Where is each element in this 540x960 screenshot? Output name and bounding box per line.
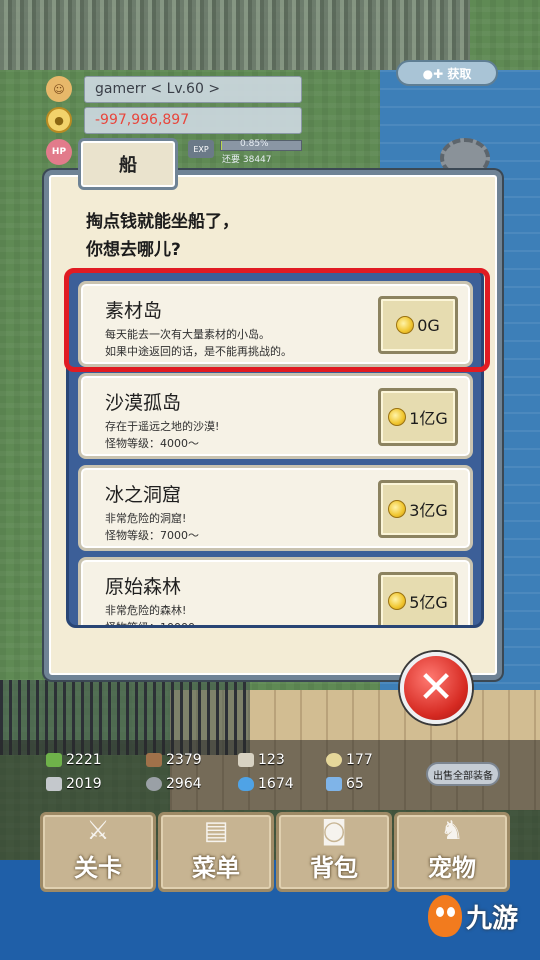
player-name-level: gamerr < Lv.60 > [84, 76, 302, 103]
destination-description: 非常危险的洞窟! [105, 512, 187, 525]
resource-count: 177 [346, 752, 373, 768]
travel-cost: 3亿G [409, 501, 448, 520]
log-icon [146, 753, 162, 767]
flame-icon [238, 777, 254, 791]
travel-cost-button[interactable]: 1亿G [378, 388, 458, 446]
nav-stage-button[interactable]: ⚔ 关卡 [40, 812, 156, 892]
stone-icon [146, 777, 162, 791]
player-avatar-icon: ☺ [46, 76, 72, 102]
resource-count: 123 [258, 752, 285, 768]
crossed-swords-icon: ⚔ [86, 816, 110, 846]
resource-gem: 65 [326, 776, 364, 792]
exp-badge: EXP [188, 140, 214, 158]
resource-count: 1674 [258, 776, 294, 792]
exp-percent: 0.85% [240, 139, 269, 149]
destination-description: 如果中途返回的话，是不能再挑战的。 [105, 345, 292, 358]
destination-description: 非常危险的森林! [105, 604, 187, 617]
exp-bar-fill [221, 141, 222, 150]
resource-herb: 2221 [46, 752, 102, 768]
destination-name: 原始森林 [105, 576, 182, 598]
resource-count: 2964 [166, 776, 202, 792]
destination-item-primeval-forest[interactable]: 原始森林 非常危险的森林! 怪物等级：10000～ 5亿G [78, 557, 473, 628]
coin-icon [388, 592, 407, 610]
travel-cost: 0G [417, 315, 440, 335]
destination-monster-level: 怪物等级：7000～ [105, 529, 199, 542]
mascot-icon [428, 895, 462, 937]
nav-bag-button[interactable]: ◙ 背包 [276, 812, 392, 892]
close-icon: ✕ [417, 662, 455, 713]
travel-cost-button[interactable]: 3亿G [378, 480, 458, 538]
resource-plank: 123 [238, 752, 285, 768]
nav-label: 菜单 [192, 854, 240, 882]
destination-monster-level: 怪物等级：4000～ [105, 437, 199, 450]
destination-list[interactable]: 素材岛 每天能去一次有大量素材的小岛。 如果中途返回的话，是不能再挑战的。 0G… [66, 268, 484, 628]
destination-name: 沙漠孤岛 [105, 392, 182, 414]
close-button[interactable]: ✕ [400, 652, 472, 724]
destination-name: 素材岛 [105, 300, 163, 322]
hp-heart-icon: HP [46, 139, 72, 165]
stone-wall [0, 0, 470, 70]
resource-stone: 2964 [146, 776, 202, 792]
coin-icon [396, 316, 415, 334]
gem-icon [326, 777, 342, 791]
destination-item-material-island[interactable]: 素材岛 每天能去一次有大量素材的小岛。 如果中途返回的话，是不能再挑战的。 0G [78, 281, 473, 367]
resource-iron: 2019 [46, 776, 102, 792]
dialog-title-tab: 船 [78, 138, 178, 190]
travel-cost: 5亿G [409, 593, 448, 612]
coin-icon [388, 500, 407, 518]
destination-monster-level: 怪物等级：10000～ [105, 621, 206, 628]
watermark-text: 九游 [466, 903, 519, 934]
ingot-icon [46, 777, 62, 791]
gold-amount: -997,996,897 [84, 107, 302, 134]
nav-pet-button[interactable]: ♞ 宠物 [394, 812, 510, 892]
exp-remaining: 还要 38447 [222, 155, 272, 165]
resource-fire: 1674 [238, 776, 294, 792]
dragon-icon: ♞ [440, 816, 464, 846]
top-right-badge-button[interactable]: ●✚ 获取 [396, 60, 498, 86]
seed-icon [326, 753, 342, 767]
sell-all-equipment-button[interactable]: 出售全部装备 [426, 762, 500, 786]
leaf-icon [46, 753, 62, 767]
nav-menu-button[interactable]: ▤ 菜单 [158, 812, 274, 892]
destination-name: 冰之洞窟 [105, 484, 182, 506]
travel-cost-button[interactable]: 5亿G [378, 572, 458, 625]
backpack-icon: ◙ [321, 816, 347, 846]
plank-icon [238, 753, 254, 767]
dialog-prompt: 掏点钱就能坐船了， 你想去哪儿? [86, 212, 239, 260]
watermark-logo: 九游 [428, 888, 538, 944]
nav-label: 背包 [310, 854, 358, 882]
travel-cost-button[interactable]: 0G [378, 296, 458, 354]
resource-seed: 177 [326, 752, 373, 768]
nav-label: 关卡 [74, 854, 122, 882]
resource-count: 2019 [66, 776, 102, 792]
resource-wood: 2379 [146, 752, 202, 768]
destination-item-desert-island[interactable]: 沙漠孤岛 存在于遥远之地的沙漠! 怪物等级：4000～ 1亿G [78, 373, 473, 459]
resource-count: 2379 [166, 752, 202, 768]
travel-cost: 1亿G [409, 409, 448, 428]
destination-item-ice-cave[interactable]: 冰之洞窟 非常危险的洞窟! 怪物等级：7000～ 3亿G [78, 465, 473, 551]
destination-description: 存在于遥远之地的沙漠! [105, 420, 220, 433]
resource-count: 65 [346, 776, 364, 792]
coin-icon [388, 408, 407, 426]
nav-label: 宠物 [428, 854, 476, 882]
resource-count: 2221 [66, 752, 102, 768]
book-icon: ▤ [203, 816, 229, 846]
gold-coin-icon: ● [46, 107, 72, 133]
destination-description: 每天能去一次有大量素材的小岛。 [105, 328, 270, 341]
